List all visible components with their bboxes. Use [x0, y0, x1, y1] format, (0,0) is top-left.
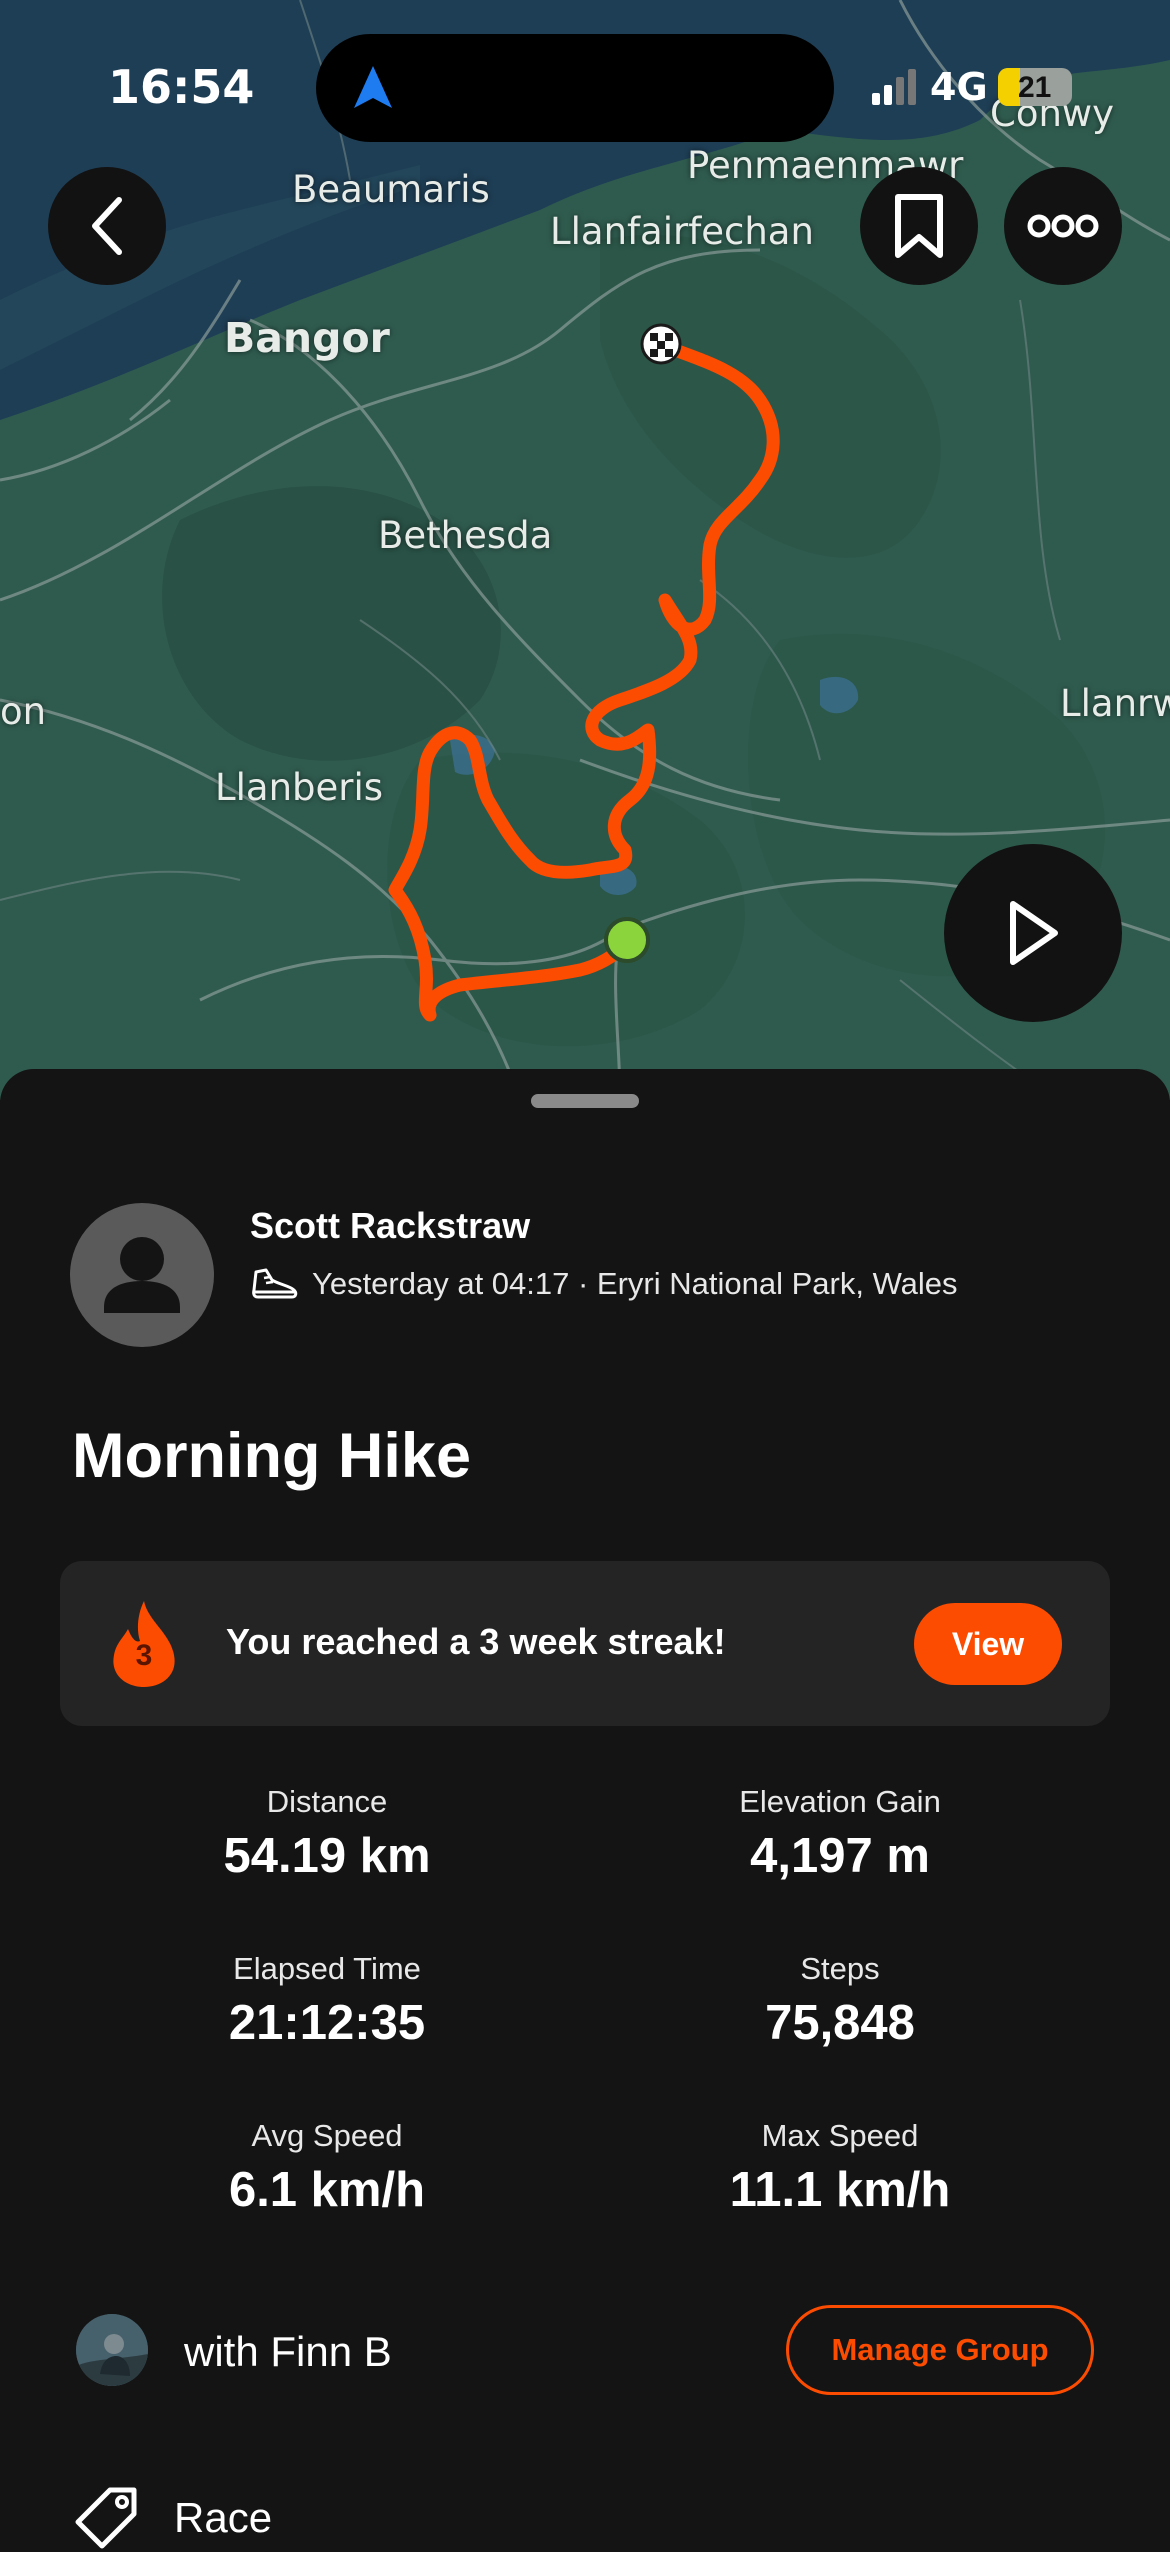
map-label-bethesda: Bethesda: [378, 514, 553, 557]
manage-group-button[interactable]: Manage Group: [786, 2305, 1094, 2395]
avatar-photo: [76, 2314, 148, 2386]
stat-value: 11.1 km/h: [729, 2163, 951, 2217]
dynamic-island: [316, 34, 834, 142]
stat-distance: Distance 54.19 km: [67, 1784, 587, 1884]
stat-max-speed: Max Speed 11.1 km/h: [580, 2118, 1100, 2218]
streak-message: You reached a 3 week streak!: [226, 1621, 726, 1662]
race-label: Race: [174, 2494, 273, 2541]
stat-label: Elevation Gain: [739, 1784, 941, 1819]
map-label-beaumaris: Beaumaris: [292, 168, 490, 211]
streak-count: 3: [135, 1639, 153, 1672]
stat-value: 75,848: [765, 1996, 915, 2050]
view-streak-button[interactable]: View: [914, 1603, 1062, 1685]
athlete-name[interactable]: Scott Rackstraw: [250, 1205, 530, 1247]
activity-date-location: Yesterday at 04:17 · Eryri National Park…: [312, 1266, 958, 1301]
bookmark-icon: [895, 194, 943, 258]
more-options-button[interactable]: [1004, 167, 1122, 285]
stat-value: 6.1 km/h: [228, 2163, 426, 2217]
map-label-llanfairfechan: Llanfairfechan: [550, 210, 814, 253]
stat-value: 4,197 m: [750, 1829, 930, 1883]
status-time: 16:54: [108, 60, 255, 114]
group-member-avatar[interactable]: [76, 2314, 148, 2386]
more-icon: [1027, 214, 1099, 238]
sheet-grabber[interactable]: [531, 1094, 639, 1108]
hiking-shoe-icon: [252, 1268, 298, 1299]
back-button[interactable]: [48, 167, 166, 285]
location-arrow-icon: [354, 66, 392, 108]
stat-elapsed-time: Elapsed Time 21:12:35: [67, 1951, 587, 2051]
stat-label: Steps: [800, 1951, 880, 1986]
athlete-avatar[interactable]: [70, 1203, 214, 1347]
stat-label: Elapsed Time: [233, 1951, 421, 1986]
stat-label: Avg Speed: [251, 2118, 403, 2153]
network-type: 4G: [930, 65, 988, 109]
battery-level: 21: [1017, 71, 1052, 104]
activity-meta: Yesterday at 04:17 · Eryri National Park…: [250, 1266, 958, 1302]
status-indicators: 4G 21: [870, 62, 1072, 112]
map-label-bangor: Bangor: [224, 314, 390, 362]
play-flyover-button[interactable]: [944, 844, 1122, 1022]
race-tag-row[interactable]: Race: [72, 2484, 272, 2552]
stat-elevation-gain: Elevation Gain 4,197 m: [580, 1784, 1100, 1884]
battery-icon: 21: [997, 68, 1072, 106]
stat-label: Distance: [266, 1784, 388, 1819]
signal-icon: [872, 69, 916, 105]
activity-title: Morning Hike: [72, 1421, 472, 1491]
play-icon: [1010, 901, 1058, 965]
map-label-llanrwst: Llanrw: [1060, 682, 1170, 725]
group-with-text[interactable]: with Finn B: [184, 2328, 392, 2376]
chevron-left-icon: [92, 197, 122, 255]
stat-value: 21:12:35: [228, 1996, 426, 2050]
stat-label: Max Speed: [761, 2118, 919, 2153]
map-label-llanberis: Llanberis: [215, 766, 384, 809]
stat-steps: Steps 75,848: [580, 1951, 1100, 2051]
person-icon: [104, 1237, 180, 1313]
tag-icon: [75, 2487, 137, 2549]
map-label-partial-left: on: [0, 690, 47, 733]
bookmark-button[interactable]: [860, 167, 978, 285]
stat-avg-speed: Avg Speed 6.1 km/h: [67, 2118, 587, 2218]
stat-value: 54.19 km: [223, 1829, 431, 1883]
streak-card[interactable]: 3 You reached a 3 week streak! View: [60, 1561, 1110, 1726]
